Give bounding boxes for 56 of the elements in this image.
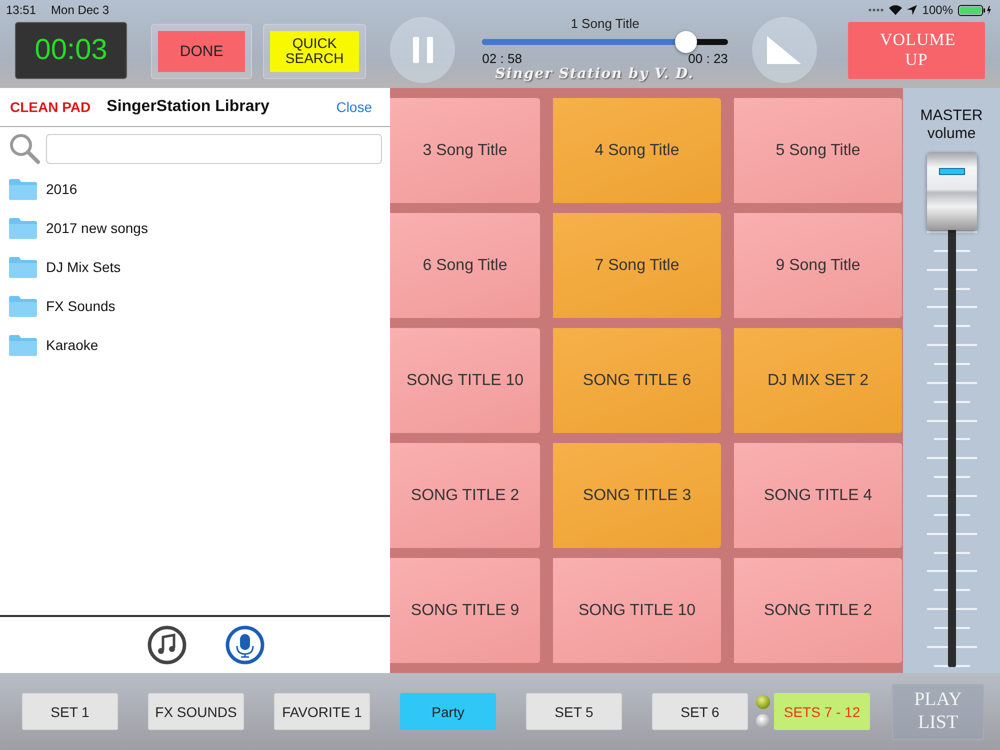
- battery-icon: [958, 4, 992, 16]
- song-pad[interactable]: 6 Song Title: [390, 213, 540, 318]
- folder-icon[interactable]: [9, 294, 37, 316]
- song-pad[interactable]: 3 Song Title: [390, 98, 540, 203]
- master-volume-label: MASTER volume: [920, 107, 983, 143]
- play-triangle-icon: [767, 36, 802, 64]
- set-button[interactable]: SET 5: [526, 693, 622, 730]
- wifi-icon: [889, 5, 902, 15]
- battery-percent: 100%: [922, 3, 953, 17]
- song-pad[interactable]: 7 Song Title: [553, 213, 721, 318]
- set-button[interactable]: SET 6: [652, 693, 748, 730]
- done-button[interactable]: DONE: [158, 30, 246, 72]
- clean-pad-button[interactable]: CLEAN PAD: [10, 99, 91, 115]
- search-icon: [9, 133, 41, 165]
- set-button[interactable]: SET 1: [22, 693, 118, 730]
- signal-icon: [868, 8, 884, 12]
- folder-name[interactable]: Karaoke: [46, 336, 98, 352]
- status-time: 13:51: [6, 3, 36, 17]
- set-button[interactable]: Party: [400, 693, 496, 730]
- song-pad[interactable]: SONG TITLE 2: [734, 558, 902, 663]
- quick-search-button[interactable]: QUICK SEARCH: [270, 30, 360, 72]
- progress-slider[interactable]: [482, 31, 728, 53]
- folder-icon[interactable]: [9, 334, 37, 356]
- folder-icon[interactable]: [9, 178, 37, 200]
- pause-icon: [412, 37, 433, 63]
- search-field[interactable]: [46, 134, 382, 164]
- folder-name[interactable]: 2017 new songs: [46, 220, 148, 236]
- song-pad[interactable]: SONG TITLE 10: [390, 328, 540, 433]
- remaining-time: 00 : 23: [688, 51, 728, 66]
- song-pad[interactable]: 9 Song Title: [734, 213, 902, 318]
- set-button[interactable]: FX SOUNDS: [148, 693, 244, 730]
- song-title: 1 Song Title: [570, 16, 640, 31]
- library-title: SingerStation Library: [106, 98, 270, 116]
- song-pad[interactable]: SONG TITLE 2: [390, 443, 540, 548]
- location-icon: [907, 5, 918, 15]
- song-pad[interactable]: 5 Song Title: [734, 98, 902, 203]
- elapsed-timer: 00:03: [15, 22, 128, 78]
- song-pad[interactable]: SONG TITLE 10: [553, 558, 721, 663]
- microphone-tab[interactable]: [225, 625, 265, 665]
- song-pad[interactable]: SONG TITLE 6: [553, 328, 721, 433]
- app-logo: Singer Station by V. D.: [495, 66, 696, 82]
- set-button[interactable]: FAVORITE 1: [274, 693, 370, 730]
- song-pad[interactable]: SONG TITLE 9: [390, 558, 540, 663]
- folder-icon[interactable]: [9, 256, 37, 278]
- status-date: Mon Dec 3: [51, 3, 110, 17]
- close-button[interactable]: Close: [336, 99, 372, 115]
- folder-name[interactable]: 2016: [46, 180, 78, 196]
- folder-name[interactable]: FX Sounds: [46, 298, 116, 314]
- song-pad[interactable]: 4 Song Title: [553, 98, 721, 203]
- song-pad[interactable]: SONG TITLE 3: [553, 443, 721, 548]
- song-pad[interactable]: SONG TITLE 4: [734, 443, 902, 548]
- folder-icon[interactable]: [9, 216, 37, 238]
- music-tab[interactable]: [147, 625, 187, 665]
- folder-name[interactable]: DJ Mix Sets: [46, 258, 121, 274]
- elapsed-time: 02 : 58: [482, 51, 522, 66]
- song-pad[interactable]: DJ MIX SET 2: [734, 328, 902, 433]
